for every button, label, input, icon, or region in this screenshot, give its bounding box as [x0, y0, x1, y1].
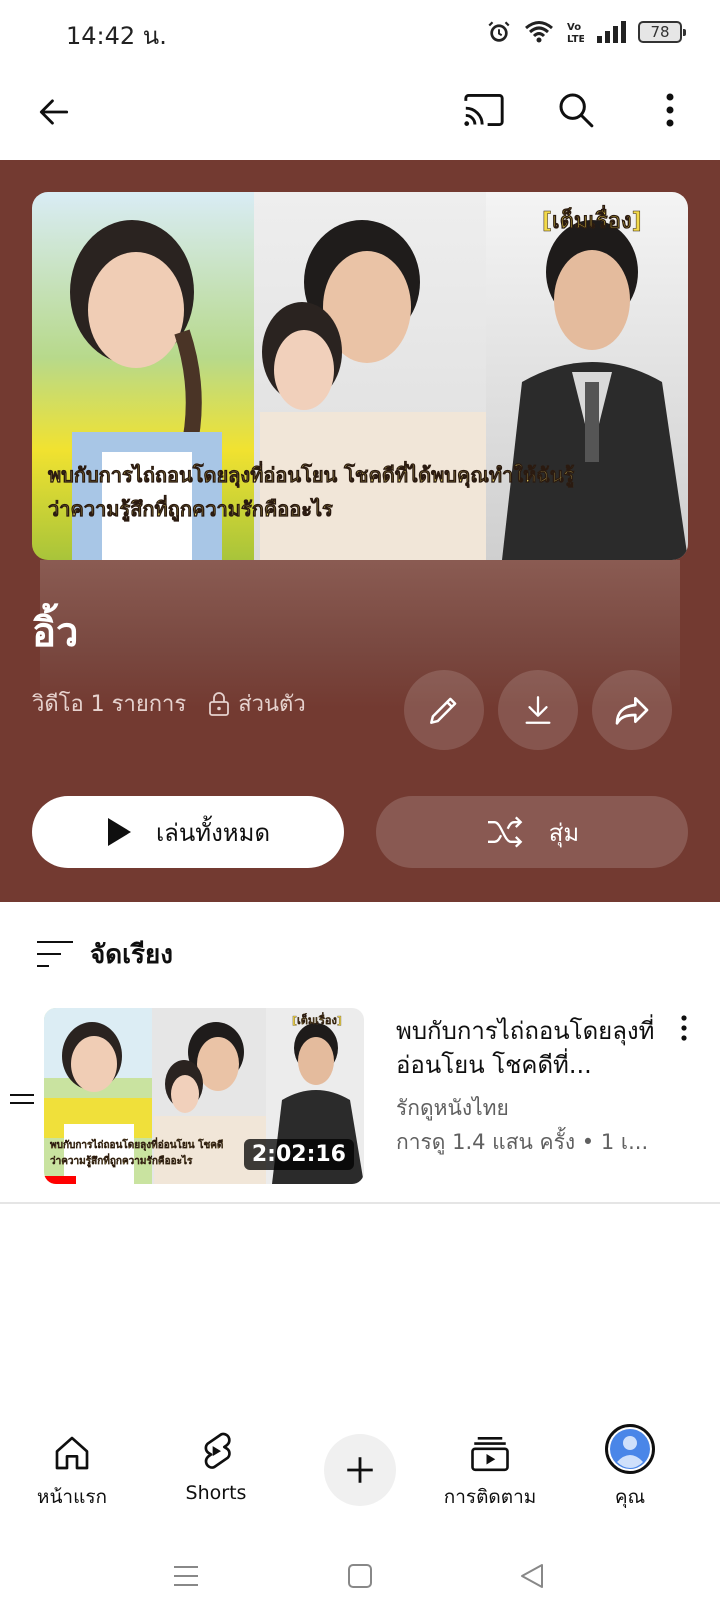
subscriptions-icon [471, 1436, 509, 1472]
video-count: วิดีโอ 1 รายการ [32, 692, 187, 717]
thumbnail-badge: [เต็มเรื่อง] [542, 204, 642, 234]
system-menu-button[interactable] [162, 1552, 210, 1600]
alarm-icon [488, 21, 510, 42]
system-home-button[interactable] [336, 1552, 384, 1600]
app-bar [0, 64, 720, 160]
shuffle-button[interactable]: สุ่ม [376, 796, 688, 868]
status-time: 14:42 น. [66, 22, 167, 50]
nav-subscriptions-label: การติดตาม [443, 1486, 537, 1508]
search-button[interactable] [548, 82, 604, 138]
video-channel: รักดูหนังไทย [396, 1096, 509, 1120]
video-views: การดู 1.4 แสน ครั้ง • 1 เ... [396, 1130, 649, 1154]
shorts-icon [204, 1432, 231, 1469]
back-button[interactable] [26, 84, 82, 140]
back-arrow-icon [39, 99, 69, 125]
download-icon [525, 696, 551, 724]
play-all-button[interactable]: เล่นทั้งหมด [32, 796, 344, 868]
privacy-status: ส่วนตัว [208, 686, 306, 721]
watch-progress-bar [44, 1176, 76, 1184]
play-all-label: เล่นทั้งหมด [155, 818, 271, 847]
sort-icon [37, 941, 73, 967]
thumbnail-caption-line1: พบกับการไถ่ถอนโดยลุงที่อ่อนโยน โชคดีที่ไ… [48, 460, 575, 489]
nav-home[interactable]: หน้าแรก [0, 1420, 144, 1520]
bottom-nav: หน้าแรก Shorts การติดตาม คุณ [0, 1420, 720, 1520]
nav-home-label: หน้าแรก [36, 1486, 108, 1508]
video-thumb-badge: [เต็มเรื่อง] [292, 1012, 342, 1027]
nav-you[interactable]: คุณ [558, 1420, 702, 1520]
create-button[interactable] [324, 1434, 396, 1506]
share-button[interactable] [592, 670, 672, 750]
video-more-button[interactable] [668, 1014, 700, 1054]
pencil-icon [430, 697, 457, 724]
volte-icon: VoLTE [567, 22, 584, 45]
search-icon [559, 93, 594, 128]
thumbnail-caption-line2: ว่าความรู้สึกที่ถูกความรักคืออะไร [48, 494, 333, 523]
share-icon [615, 697, 649, 725]
home-icon [55, 1436, 89, 1470]
nav-subscriptions[interactable]: การติดตาม [418, 1420, 562, 1520]
nav-shorts[interactable]: Shorts [144, 1420, 288, 1520]
playlist-thumbnail[interactable]: พบกับการไถ่ถอนโดยลุงที่อ่อนโยน โชคดีที่ไ… [32, 192, 688, 560]
shuffle-label: สุ่ม [548, 818, 580, 847]
video-thumb-caption-line2: ว่าความรู้สึกที่ถูกความรักคืออะไร [50, 1153, 193, 1168]
playlist-header: พบกับการไถ่ถอนโดยลุงที่อ่อนโยน โชคดีที่ไ… [0, 160, 720, 902]
battery-icon: 78 [638, 21, 686, 43]
duration-badge: 2:02:16 [243, 1139, 354, 1170]
svg-text:LTE: LTE [567, 34, 584, 45]
divider [0, 1202, 720, 1204]
lock-icon [209, 691, 230, 716]
plus-icon [347, 1457, 373, 1483]
system-back-button[interactable] [508, 1552, 556, 1600]
shuffle-icon [487, 816, 523, 848]
signal-icon [597, 21, 626, 43]
more-options-button[interactable] [648, 82, 692, 138]
video-thumbnail[interactable]: พบกับการไถ่ถอนโดยลุงที่อ่อนโยน โชคดี ว่า… [44, 1008, 364, 1184]
square-icon [348, 1564, 372, 1588]
more-vert-icon [666, 93, 674, 127]
nav-you-label: คุณ [614, 1486, 646, 1508]
avatar-icon [605, 1424, 655, 1474]
list-item[interactable]: พบกับการไถ่ถอนโดยลุงที่อ่อนโยน โชคดี ว่า… [0, 1004, 720, 1188]
playlist-title: อิ้ว [32, 610, 79, 656]
more-vert-icon [681, 1015, 687, 1041]
status-icons: Vo LTE 78 [486, 16, 686, 48]
triangle-back-icon [521, 1564, 543, 1588]
menu-icon [174, 1566, 198, 1586]
video-title[interactable]: พบกับการไถ่ถอนโดยลุงที่อ่อนโยน โชคดีที่.… [396, 1014, 672, 1082]
play-icon [107, 818, 131, 846]
thumbnail-artwork: พบกับการไถ่ถอนโดยลุงที่อ่อนโยน โชคดีที่ไ… [32, 192, 688, 560]
svg-text:Vo: Vo [567, 22, 581, 33]
cast-icon [464, 94, 504, 126]
system-nav-bar [0, 1540, 720, 1612]
video-thumb-caption-line1: พบกับการไถ่ถอนโดยลุงที่อ่อนโยน โชคดี [50, 1137, 223, 1151]
cast-button[interactable] [456, 82, 512, 138]
download-button[interactable] [498, 670, 578, 750]
wifi-icon [525, 21, 553, 43]
playlist-meta: วิดีโอ 1 รายการ ส่วนตัว [32, 686, 306, 721]
sort-label: จัดเรียง [90, 939, 173, 970]
edit-button[interactable] [404, 670, 484, 750]
drag-handle-icon[interactable] [8, 1092, 36, 1106]
nav-shorts-label: Shorts [185, 1482, 247, 1504]
status-bar: 14:42 น. Vo LTE 78 [0, 0, 720, 64]
sort-button[interactable]: จัดเรียง [36, 932, 173, 976]
privacy-label: ส่วนตัว [238, 692, 306, 717]
